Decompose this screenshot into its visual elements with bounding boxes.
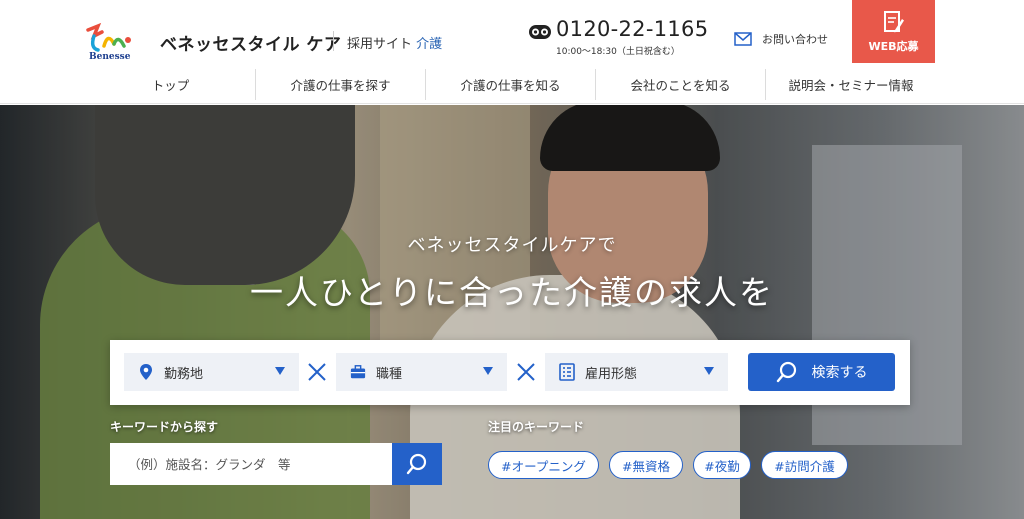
location-select-label: 勤務地 <box>164 366 204 382</box>
employment-type-select-label: 雇用形態 <box>585 366 638 382</box>
phone-number[interactable]: 0120-22-1165 <box>556 17 708 41</box>
nav-item-company[interactable]: 会社のことを知る <box>596 69 766 100</box>
search-icon <box>406 453 427 475</box>
caret-down-icon <box>275 367 285 375</box>
featured-keyword-tags: #オープニング #無資格 #夜勤 #訪問介護 <box>488 451 858 479</box>
job-type-select-label: 職種 <box>376 366 403 382</box>
checklist-icon <box>559 363 575 381</box>
caret-down-icon <box>704 367 714 375</box>
job-type-select[interactable]: 職種 <box>336 353 507 391</box>
cross-icon <box>517 363 535 381</box>
mail-icon <box>734 32 752 46</box>
keyword-search-title: キーワードから探す <box>110 420 219 434</box>
keyword-search-input[interactable] <box>110 443 392 485</box>
employment-type-select[interactable]: 雇用形態 <box>545 353 728 391</box>
site-label: 採用サイト 介護 <box>347 33 442 52</box>
site-label-accent: 介護 <box>416 37 443 52</box>
site-label-text: 採用サイト <box>347 37 413 52</box>
keyword-tag-home-care[interactable]: #訪問介護 <box>761 451 848 479</box>
search-button[interactable]: 検索する <box>748 353 895 391</box>
keyword-tag-opening[interactable]: #オープニング <box>488 451 599 479</box>
main-nav: トップ 介護の仕事を探す 介護の仕事を知る 会社のことを知る 説明会・セミナー情… <box>86 69 936 100</box>
logo-subtext: Benesse <box>89 52 131 62</box>
featured-keywords-title: 注目のキーワード <box>488 420 585 434</box>
free-dial-icon <box>529 25 551 39</box>
contact-link[interactable]: お問い合わせ <box>734 30 828 48</box>
caret-down-icon <box>483 367 493 375</box>
pencil-document-icon <box>883 10 904 32</box>
keyword-search-button[interactable] <box>392 443 442 485</box>
hero-section: ベネッセスタイルケアで 一人ひとりに合った介護の求人を 勤務地 職種 雇用形態 … <box>0 105 1024 519</box>
hero-title: 一人ひとりに合った介護の求人を <box>249 273 774 312</box>
briefcase-icon <box>350 365 366 379</box>
nav-item-seminars[interactable]: 説明会・セミナー情報 <box>766 69 936 100</box>
keyword-tag-no-qualification[interactable]: #無資格 <box>609 451 683 479</box>
cross-icon <box>308 363 326 381</box>
web-apply-label: WEB応募 <box>868 39 919 53</box>
search-icon <box>776 361 796 383</box>
map-pin-icon <box>140 364 152 380</box>
keyword-search-box <box>110 443 442 485</box>
contact-label: お問い合わせ <box>762 33 828 46</box>
keyword-tag-night-shift[interactable]: #夜勤 <box>693 451 751 479</box>
brand-divider <box>333 31 334 51</box>
job-search-panel: 勤務地 職種 雇用形態 検索する <box>110 340 910 405</box>
search-button-label: 検索する <box>811 365 868 381</box>
site-header: Benesse ベネッセスタイル ケア 採用サイト 介護 0120-22-116… <box>0 0 1024 104</box>
location-select[interactable]: 勤務地 <box>124 353 299 391</box>
nav-item-know-jobs[interactable]: 介護の仕事を知る <box>426 69 596 100</box>
web-apply-button[interactable]: WEB応募 <box>852 0 935 63</box>
nav-item-find-jobs[interactable]: 介護の仕事を探す <box>256 69 426 100</box>
brand-name[interactable]: ベネッセスタイル ケア <box>160 30 341 55</box>
hero-subtitle: ベネッセスタイルケアで <box>407 235 617 256</box>
nav-item-top[interactable]: トップ <box>86 69 256 100</box>
phone-hours: 10:00～18:30（土日祝含む） <box>556 47 680 57</box>
